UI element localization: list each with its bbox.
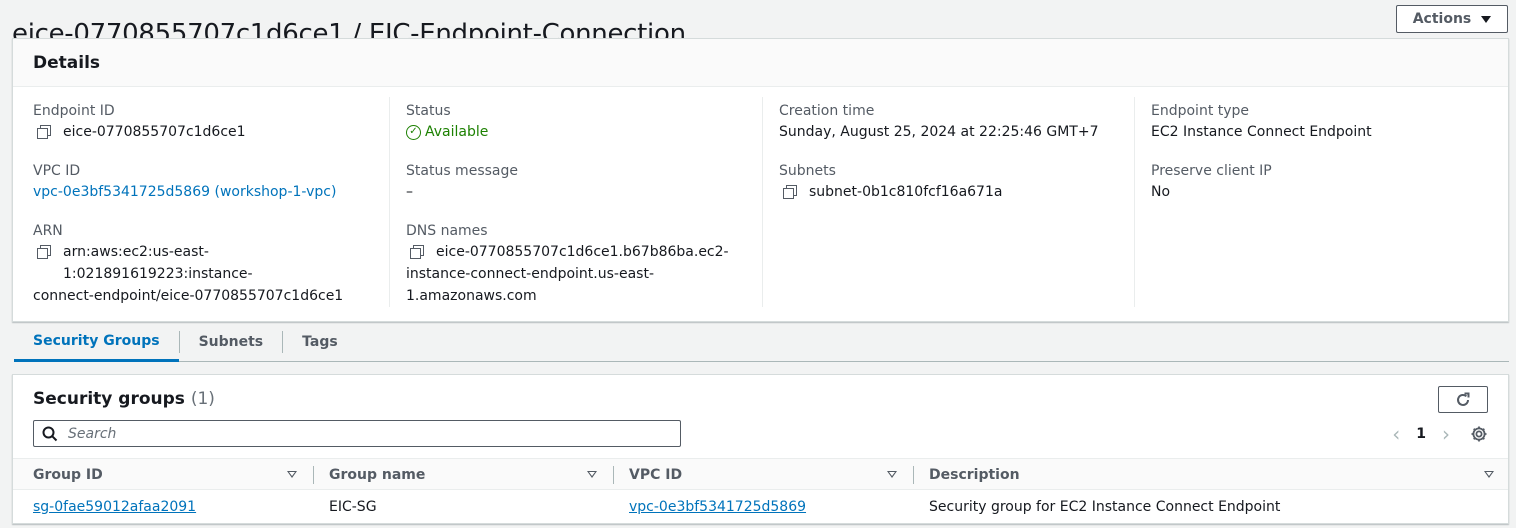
check-circle-icon: ✓	[406, 124, 421, 140]
table-row: sg-0fae59012afaa2091 EIC-SG vpc-0e3bf534…	[13, 491, 1508, 523]
dns-names-field: DNS names eice-0770855707c1d6ce1.b67b86b…	[406, 221, 729, 307]
security-groups-count: (1)	[190, 389, 215, 409]
caret-down-icon	[1481, 15, 1492, 23]
column-header-group-name[interactable]: Group name	[329, 459, 425, 491]
security-groups-panel: Security groups (1) ‹ 1 › Group ID Grou	[12, 374, 1509, 524]
column-header-vpc-id[interactable]: VPC ID	[629, 459, 682, 491]
vpc-id-field: VPC ID vpc-0e3bf5341725d5869 (workshop-1…	[33, 161, 336, 203]
copy-icon[interactable]	[410, 245, 424, 259]
creation-time-value: Sunday, August 25, 2024 at 22:25:46 GMT+…	[779, 124, 1099, 140]
endpoint-id-field: Endpoint ID eice-0770855707c1d6ce1	[33, 101, 246, 143]
endpoint-id-value: eice-0770855707c1d6ce1	[63, 124, 246, 140]
status-message-field: Status message –	[406, 161, 518, 203]
dns-names-line1: eice-0770855707c1d6ce1.b67b86ba.ec2-	[436, 244, 729, 260]
pagination: ‹ 1 ›	[1392, 422, 1488, 446]
subnets-label: Subnets	[779, 163, 836, 179]
arn-label: ARN	[33, 223, 63, 239]
arn-value-line2: connect-endpoint/eice-0770855707c1d6ce1	[33, 288, 344, 304]
column-header-label: Group name	[329, 467, 426, 483]
actions-button[interactable]: Actions	[1396, 5, 1508, 33]
table-header: Group ID Group name VPC ID Description	[13, 458, 1508, 490]
endpoint-id-label: Endpoint ID	[33, 103, 115, 119]
column-header-label: VPC ID	[629, 467, 683, 483]
chevron-right-icon[interactable]: ›	[1442, 424, 1450, 444]
subnets-value: subnet-0b1c810fcf16a671a	[809, 184, 1003, 200]
column-header-label: Group ID	[33, 467, 103, 483]
vpc-id-label: VPC ID	[33, 163, 81, 179]
column-resizer[interactable]	[313, 466, 314, 484]
tab-subnets[interactable]: Subnets	[180, 322, 283, 362]
settings-gear-icon[interactable]	[1470, 425, 1488, 443]
copy-icon[interactable]	[783, 185, 797, 199]
status-label: Status	[406, 103, 451, 119]
column-header-label: Description	[929, 467, 1020, 483]
dns-names-label: DNS names	[406, 223, 488, 239]
refresh-button[interactable]	[1438, 386, 1488, 413]
dns-names-line2: instance-connect-endpoint.us-east-	[406, 266, 654, 282]
creation-time-label: Creation time	[779, 103, 875, 119]
tab-tags[interactable]: Tags	[283, 322, 357, 362]
column-resizer[interactable]	[913, 466, 914, 484]
endpoint-type-label: Endpoint type	[1151, 103, 1250, 119]
copy-icon[interactable]	[37, 245, 51, 259]
chevron-left-icon[interactable]: ‹	[1392, 424, 1400, 444]
preserve-client-ip-field: Preserve client IP No	[1151, 161, 1272, 203]
sort-icon[interactable]	[1484, 471, 1494, 478]
endpoint-type-field: Endpoint type EC2 Instance Connect Endpo…	[1151, 101, 1372, 143]
details-column-2: Status ✓ Available Status message – DNS …	[389, 97, 762, 307]
details-column-1: Endpoint ID eice-0770855707c1d6ce1 VPC I…	[13, 97, 389, 307]
description-cell: Security group for EC2 Instance Connect …	[929, 499, 1281, 515]
column-header-group-id[interactable]: Group ID	[33, 459, 103, 491]
status-message-label: Status message	[406, 163, 518, 179]
subnets-field: Subnets subnet-0b1c810fcf16a671a	[779, 161, 1002, 203]
status-value: Available	[425, 124, 489, 140]
dns-names-line3: 1.amazonaws.com	[406, 288, 537, 304]
search-field[interactable]	[33, 420, 681, 447]
arn-field: ARN arn:aws:ec2:us-east-1:021891619223:i…	[33, 221, 389, 307]
column-header-description[interactable]: Description	[929, 459, 1020, 491]
actions-label: Actions	[1412, 11, 1472, 27]
sort-icon[interactable]	[587, 471, 597, 478]
status-field: Status ✓ Available	[406, 101, 488, 143]
column-resizer[interactable]	[613, 466, 614, 484]
copy-icon[interactable]	[37, 125, 51, 139]
sort-icon[interactable]	[887, 471, 897, 478]
status-message-value: –	[406, 184, 413, 200]
security-groups-title-text: Security groups	[33, 389, 185, 409]
tab-bar: Security Groups Subnets Tags	[14, 322, 1509, 362]
vpc-id-link[interactable]: vpc-0e3bf5341725d5869	[629, 499, 806, 515]
endpoint-type-value: EC2 Instance Connect Endpoint	[1151, 124, 1372, 140]
security-groups-title: Security groups (1)	[33, 389, 215, 409]
creation-time-field: Creation time Sunday, August 25, 2024 at…	[779, 101, 1098, 143]
preserve-client-ip-label: Preserve client IP	[1151, 163, 1272, 179]
group-id-link[interactable]: sg-0fae59012afaa2091	[33, 499, 196, 515]
details-column-3: Creation time Sunday, August 25, 2024 at…	[762, 97, 1134, 307]
arn-value-line1: arn:aws:ec2:us-east-1:021891619223:insta…	[63, 244, 253, 282]
preserve-client-ip-value: No	[1151, 184, 1171, 200]
details-header: Details	[13, 39, 1508, 87]
tab-security-groups[interactable]: Security Groups	[14, 322, 179, 362]
search-icon	[42, 426, 58, 441]
details-heading: Details	[33, 52, 101, 73]
details-column-4: Endpoint type EC2 Instance Connect Endpo…	[1134, 97, 1508, 307]
refresh-icon	[1457, 392, 1470, 406]
group-name-cell: EIC-SG	[329, 499, 377, 515]
details-panel: Details Endpoint ID eice-0770855707c1d6c…	[12, 38, 1509, 322]
search-input[interactable]	[66, 424, 666, 443]
page-number[interactable]: 1	[1416, 426, 1426, 442]
vpc-id-link[interactable]: vpc-0e3bf5341725d5869 (workshop-1-vpc)	[33, 184, 336, 200]
sort-icon[interactable]	[287, 471, 297, 478]
